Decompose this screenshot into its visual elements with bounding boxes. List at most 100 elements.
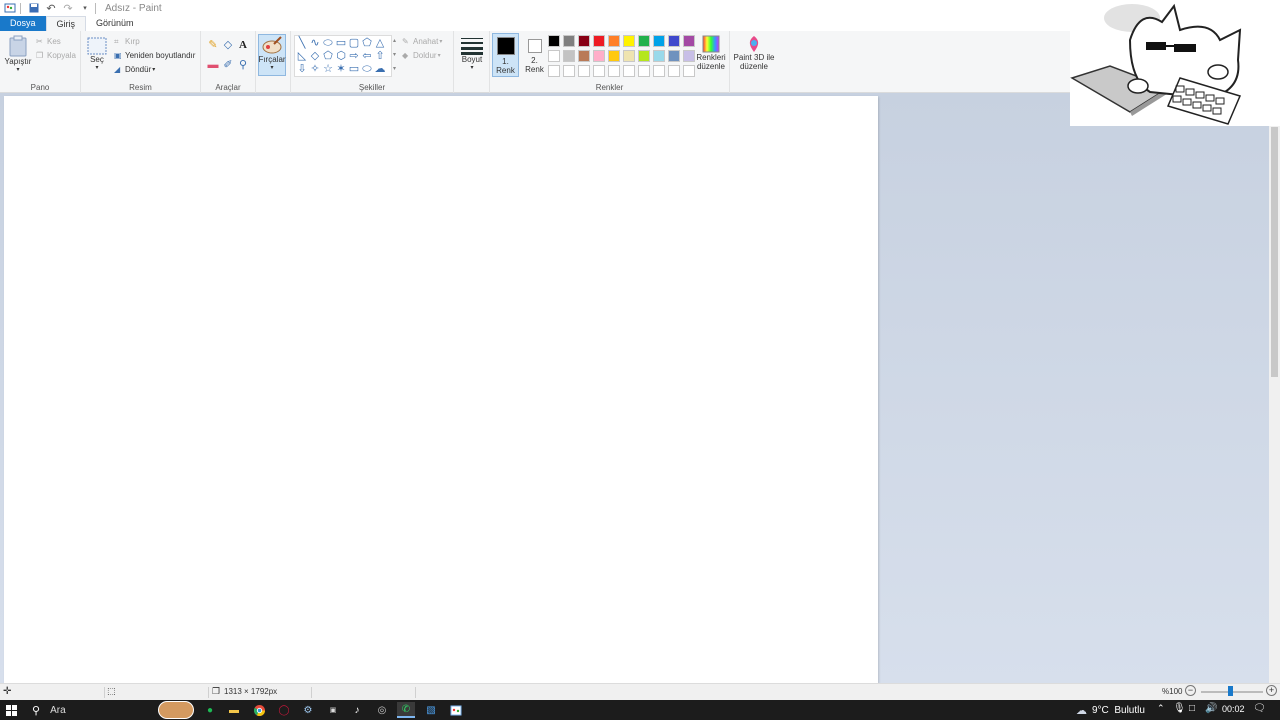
resize-button[interactable]: ▣ Yeniden boyutlandır: [114, 51, 195, 60]
color-swatch[interactable]: [608, 50, 620, 62]
customize-dropdown-icon[interactable]: ▾: [78, 1, 92, 15]
undo-icon[interactable]: ↶: [44, 1, 58, 15]
callout-cloud-icon[interactable]: ☁: [374, 63, 386, 75]
redo-icon[interactable]: ↷: [61, 1, 75, 15]
opera-icon[interactable]: ◯: [275, 702, 293, 718]
color-swatch[interactable]: [638, 50, 650, 62]
color-swatch[interactable]: [653, 50, 665, 62]
scrollbar-thumb[interactable]: [1271, 127, 1278, 377]
paint3d-button[interactable]: Paint 3D ile düzenle: [732, 35, 776, 71]
fill-bucket-icon[interactable]: ◇: [222, 39, 234, 51]
tab-view[interactable]: Görünüm: [86, 16, 144, 31]
color-swatch[interactable]: [668, 35, 680, 47]
color-swatch[interactable]: [578, 35, 590, 47]
zoom-in-icon[interactable]: +: [1266, 685, 1277, 696]
hexagon-shape-icon[interactable]: ⬡: [335, 50, 347, 62]
select-button[interactable]: Seç ▾: [85, 37, 109, 73]
magnifier-icon[interactable]: ⚲: [237, 59, 249, 71]
color-swatch[interactable]: [623, 50, 635, 62]
diamond-shape-icon[interactable]: ◇: [309, 50, 321, 62]
steam-icon[interactable]: ⚙: [299, 702, 317, 718]
gallery-down-icon[interactable]: ▾: [393, 51, 396, 58]
epic-games-icon[interactable]: ▣: [324, 702, 342, 718]
paint-taskbar-icon[interactable]: [447, 702, 465, 718]
tiktok-icon[interactable]: ♪: [348, 702, 366, 718]
chrome-icon[interactable]: [250, 702, 268, 718]
up-arrow-shape-icon[interactable]: ⇧: [374, 50, 386, 62]
four-point-star-icon[interactable]: ✧: [309, 63, 321, 75]
polygon-shape-icon[interactable]: ⬠: [361, 37, 373, 49]
color-swatch[interactable]: [623, 35, 635, 47]
left-arrow-shape-icon[interactable]: ⇦: [361, 50, 373, 62]
outline-button[interactable]: ✎ Anahat ▾: [402, 37, 442, 46]
right-triangle-icon[interactable]: ◺: [296, 50, 308, 62]
network-icon[interactable]: □: [1189, 703, 1195, 714]
color-picker-icon[interactable]: ✐: [222, 59, 234, 71]
paste-button[interactable]: Yapıştır ▾: [4, 35, 32, 75]
color-swatch[interactable]: [593, 35, 605, 47]
color-swatch[interactable]: [593, 65, 605, 77]
color-swatch[interactable]: [548, 35, 560, 47]
drawing-canvas[interactable]: [4, 96, 878, 683]
microphone-icon[interactable]: 🎙: [1173, 703, 1186, 714]
save-icon[interactable]: [27, 1, 41, 15]
rectangle-shape-icon[interactable]: ▭: [335, 37, 347, 49]
cut-button[interactable]: ✂ Kes: [36, 37, 61, 46]
callout-rect-icon[interactable]: ▭: [348, 63, 360, 75]
clock-time[interactable]: 00:02: [1222, 704, 1245, 714]
search-highlight-icon[interactable]: [158, 701, 194, 719]
app-settings-icon[interactable]: ◎: [373, 702, 391, 718]
pencil-icon[interactable]: ✎: [207, 39, 219, 51]
color-swatch[interactable]: [623, 65, 635, 77]
color-swatch[interactable]: [578, 50, 590, 62]
color-swatch[interactable]: [593, 50, 605, 62]
color2-button[interactable]: 2. Renk: [521, 33, 548, 77]
gallery-more-icon[interactable]: ▾: [393, 65, 396, 72]
color-swatch[interactable]: [608, 65, 620, 77]
color-swatch[interactable]: [548, 65, 560, 77]
paint-app-icon[interactable]: [3, 1, 17, 15]
tab-file[interactable]: Dosya: [0, 16, 46, 31]
chevron-up-icon[interactable]: ⌃: [1157, 703, 1165, 714]
edit-colors-button[interactable]: Renkleri düzenle: [694, 35, 728, 71]
color1-button[interactable]: 1. Renk: [492, 33, 519, 77]
eraser-icon[interactable]: ▬: [207, 59, 219, 71]
rotate-button[interactable]: ◢ Döndür ▾: [114, 65, 155, 74]
weather-widget[interactable]: ☁ 9°C Bulutlu: [1076, 702, 1145, 718]
color-swatch[interactable]: [608, 35, 620, 47]
shapes-gallery[interactable]: ╲ ∿ ⬭ ▭ ▢ ⬠ △ ◺ ◇ ⬠ ⬡ ⇨ ⇦ ⇧ ⇩ ✧ ☆ ✶ ▭ ⬭ …: [294, 35, 392, 77]
tab-home[interactable]: Giriş: [45, 16, 87, 31]
line-shape-icon[interactable]: ╲: [296, 37, 308, 49]
color-swatch[interactable]: [548, 50, 560, 62]
copy-button[interactable]: ❐ Kopyala: [36, 51, 76, 60]
color-swatch[interactable]: [668, 65, 680, 77]
vertical-scrollbar[interactable]: [1269, 93, 1280, 683]
windows-start-icon[interactable]: [2, 702, 20, 718]
color-swatch[interactable]: [653, 35, 665, 47]
volume-icon[interactable]: 🔊: [1205, 703, 1217, 714]
rounded-rectangle-icon[interactable]: ▢: [348, 37, 360, 49]
color-swatch[interactable]: [578, 65, 590, 77]
crop-button[interactable]: ⌗ Kırp: [114, 37, 140, 46]
color-swatch[interactable]: [563, 50, 575, 62]
color-swatch[interactable]: [563, 35, 575, 47]
photos-icon[interactable]: ▧: [422, 702, 440, 718]
color-swatch[interactable]: [668, 50, 680, 62]
brushes-button[interactable]: Fırçalar ▾: [258, 34, 286, 76]
whatsapp-icon[interactable]: ✆: [397, 702, 415, 718]
callout-oval-icon[interactable]: ⬭: [361, 63, 373, 75]
down-arrow-shape-icon[interactable]: ⇩: [296, 63, 308, 75]
five-point-star-icon[interactable]: ☆: [322, 63, 334, 75]
curve-shape-icon[interactable]: ∿: [309, 37, 321, 49]
color-swatch[interactable]: [563, 65, 575, 77]
pentagon-shape-icon[interactable]: ⬠: [322, 50, 334, 62]
right-arrow-shape-icon[interactable]: ⇨: [348, 50, 360, 62]
color-swatch[interactable]: [638, 35, 650, 47]
notifications-icon[interactable]: 🗨: [1253, 703, 1266, 714]
fill-button[interactable]: ◆ Doldur ▾: [402, 51, 441, 60]
six-point-star-icon[interactable]: ✶: [335, 63, 347, 75]
zoom-out-icon[interactable]: −: [1185, 685, 1196, 696]
triangle-shape-icon[interactable]: △: [374, 37, 386, 49]
gallery-up-icon[interactable]: ▴: [393, 37, 396, 44]
color-swatch[interactable]: [653, 65, 665, 77]
